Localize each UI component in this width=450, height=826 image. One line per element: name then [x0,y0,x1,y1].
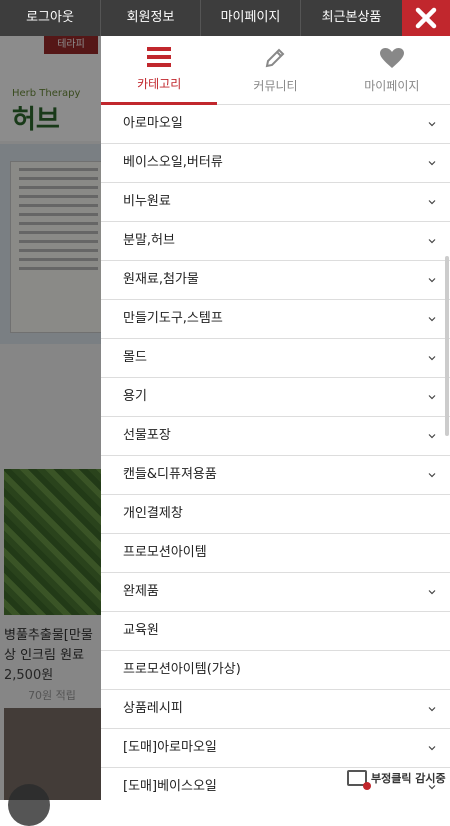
scrollbar[interactable] [445,256,449,436]
logout-link[interactable]: 로그아웃 [0,0,101,36]
menu-item-label: 원재료,첨가물 [123,272,199,287]
menu-item-label: 교육원 [123,623,159,638]
hamburger-icon [147,47,172,67]
menu-item-gift-wrap[interactable]: 선물포장 [101,417,450,456]
close-x-icon [415,7,437,29]
chevron-down-icon [428,473,436,478]
menu-item-label: [도매]베이스오일 [123,779,217,794]
menu-item-raw-material[interactable]: 원재료,첨가물 [101,261,450,300]
menu-item-wholesale-aroma[interactable]: [도매]아로마오일 [101,729,450,768]
menu-item-label: 상품레시피 [123,701,183,716]
tab-mypage-label: 마이페이지 [364,79,420,93]
menu-item-label: [도매]아로마오일 [123,740,217,755]
menu-item-label: 용기 [123,389,147,404]
member-info-link[interactable]: 회원정보 [101,0,201,36]
menu-item-label: 캔들&디퓨져용품 [123,467,217,482]
menu-item-label: 몰드 [123,350,147,365]
menu-item-label: 프로모션아이템(가상) [123,662,241,677]
menu-item-label: 아로마오일 [123,116,183,131]
menu-item-powder-herb[interactable]: 분말,허브 [101,222,450,261]
menu-item-label: 완제품 [123,584,159,599]
menu-item-recipe[interactable]: 상품레시피 [101,690,450,729]
recent-products-link[interactable]: 최근본상품 [301,0,402,36]
menu-item-label: 개인결제창 [123,506,183,521]
menu-item-finished-goods[interactable]: 완제품 [101,573,450,612]
menu-item-tools-stamp[interactable]: 만들기도구,스템프 [101,300,450,339]
menu-item-mold[interactable]: 몰드 [101,339,450,378]
menu-item-label: 비누원료 [123,194,171,209]
menu-item-education[interactable]: 교육원 [101,612,450,651]
chevron-down-icon [428,434,436,439]
fraud-click-monitor-badge[interactable]: 부정클릭 감시중 [347,770,446,790]
category-menu: 아로마오일 베이스오일,버터류 비누원료 분말,허브 원재료,첨가물 만들기도구… [101,105,450,800]
chevron-down-icon [428,590,436,595]
chevron-down-icon [428,200,436,205]
top-nav-bar: 로그아웃 회원정보 마이페이지 최근본상품 [0,0,450,36]
fraud-badge-label: 부정클릭 감시중 [371,772,446,785]
menu-item-label: 분말,허브 [123,233,175,248]
tab-category-label: 카테고리 [137,77,182,91]
menu-item-label: 베이스오일,버터류 [123,155,223,170]
chevron-down-icon [428,278,436,283]
chevron-down-icon [428,707,436,712]
menu-item-container[interactable]: 용기 [101,378,450,417]
menu-tabs: 카테고리 커뮤니티 마이페이지 [101,36,450,105]
mypage-link[interactable]: 마이페이지 [201,0,301,36]
menu-item-label: 프로모션아이템 [123,545,207,560]
menu-item-promotion-virtual[interactable]: 프로모션아이템(가상) [101,651,450,690]
heart-icon [379,48,404,68]
menu-item-label: 만들기도구,스템프 [123,311,223,326]
pencil-icon [266,48,285,68]
menu-item-promotion[interactable]: 프로모션아이템 [101,534,450,573]
tab-community[interactable]: 커뮤니티 [217,36,333,104]
chevron-down-icon [428,746,436,751]
chevron-down-icon [428,122,436,127]
chevron-down-icon [428,161,436,166]
menu-item-label: 선물포장 [123,428,171,443]
chevron-down-icon [428,317,436,322]
menu-item-soap-material[interactable]: 비누원료 [101,183,450,222]
menu-item-candle-diffuser[interactable]: 캔들&디퓨져용품 [101,456,450,495]
monitor-icon [347,770,371,790]
menu-item-base-oil[interactable]: 베이스오일,버터류 [101,144,450,183]
side-menu-panel: 카테고리 커뮤니티 마이페이지 아로마오일 베이스오일,버터류 비누원료 분말,… [101,36,450,800]
tab-community-label: 커뮤니티 [253,79,298,93]
close-menu-button[interactable] [402,0,450,36]
chevron-down-icon [428,239,436,244]
chevron-down-icon [428,395,436,400]
menu-item-personal-payment[interactable]: 개인결제창 [101,495,450,534]
tab-category[interactable]: 카테고리 [101,36,217,104]
tab-mypage[interactable]: 마이페이지 [334,36,450,104]
menu-item-aroma-oil[interactable]: 아로마오일 [101,105,450,144]
chevron-down-icon [428,356,436,361]
